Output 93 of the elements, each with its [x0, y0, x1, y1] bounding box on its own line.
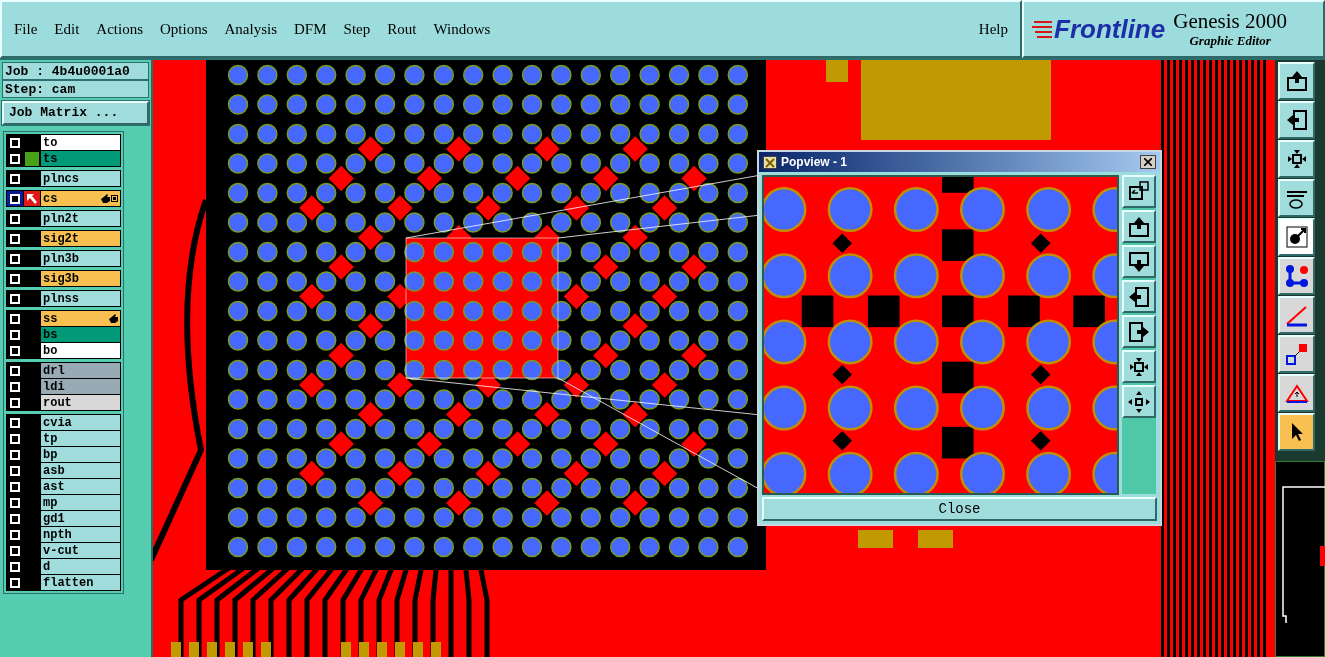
- layer-checkbox[interactable]: [7, 463, 23, 478]
- layer-name[interactable]: bo: [41, 343, 120, 358]
- move-squares-tool-button[interactable]: [1278, 335, 1315, 373]
- menu-item[interactable]: Actions: [96, 17, 143, 41]
- pan-up-button[interactable]: [1122, 210, 1156, 243]
- layer-name[interactable]: ldi: [41, 379, 120, 394]
- layer-name[interactable]: ast: [41, 479, 120, 494]
- zoom-in-tool-button[interactable]: [1278, 140, 1315, 178]
- layer-checkbox[interactable]: [7, 231, 23, 246]
- pan-right-button[interactable]: [1122, 315, 1156, 348]
- layer-name[interactable]: tp: [41, 431, 120, 446]
- pan-down-button[interactable]: [1122, 245, 1156, 278]
- speed-lines-icon: [1032, 18, 1054, 40]
- layer-checkbox[interactable]: [7, 511, 23, 526]
- layer-name[interactable]: drl: [41, 363, 120, 378]
- layer-checkbox[interactable]: [7, 251, 23, 266]
- step-label: Step: cam: [2, 80, 149, 98]
- layer-checkbox[interactable]: [7, 171, 23, 186]
- layer-checkbox[interactable]: [7, 559, 23, 574]
- close-icon: [1144, 158, 1152, 166]
- layer-name[interactable]: d: [41, 559, 120, 574]
- layer-name[interactable]: bs: [41, 327, 120, 342]
- pan-up-tool-button[interactable]: [1278, 62, 1315, 100]
- layer-name[interactable]: plncs: [41, 171, 120, 186]
- triangle-tool-button[interactable]: [1278, 374, 1315, 412]
- layer-checkbox[interactable]: [7, 151, 23, 166]
- layer-checkbox[interactable]: [7, 191, 23, 206]
- layer-checkbox[interactable]: [7, 495, 23, 510]
- layer-name[interactable]: ts: [41, 151, 120, 166]
- layer-name[interactable]: plnss: [41, 291, 120, 306]
- zoom-out-button[interactable]: [1122, 385, 1156, 418]
- zoom-to-window-button[interactable]: [1122, 175, 1156, 208]
- window-icon: [763, 155, 777, 169]
- layer-name[interactable]: v-cut: [41, 543, 120, 558]
- product-subtitle: Graphic Editor: [1189, 33, 1271, 49]
- brand-logo: Frontline: [1054, 16, 1166, 42]
- close-button[interactable]: [1140, 155, 1156, 169]
- menu-item[interactable]: DFM: [294, 17, 327, 41]
- layer-checkbox[interactable]: [7, 135, 23, 150]
- menu-item[interactable]: Rout: [387, 17, 417, 41]
- move-squares-icon: [1283, 341, 1310, 367]
- layer-checkbox[interactable]: [7, 343, 23, 358]
- layer-checkbox[interactable]: [7, 311, 23, 326]
- pan-left-button[interactable]: [1122, 280, 1156, 313]
- layer-name[interactable]: to: [41, 135, 120, 150]
- layer-checkbox[interactable]: [7, 527, 23, 542]
- product-name: Genesis 2000: [1173, 9, 1287, 33]
- pad-arrow-tool-button[interactable]: [1278, 218, 1315, 256]
- layer-checkbox[interactable]: [7, 431, 23, 446]
- layer-name[interactable]: pln2t: [41, 211, 120, 226]
- pan-left-tool-button[interactable]: [1278, 101, 1315, 139]
- job-matrix-button[interactable]: Job Matrix ...: [2, 101, 149, 125]
- layer-name[interactable]: rout: [41, 395, 120, 410]
- pointer-tool-button[interactable]: [1278, 413, 1315, 451]
- layer-name[interactable]: pln3b: [41, 251, 120, 266]
- layer-checkbox[interactable]: [7, 271, 23, 286]
- layer-checkbox[interactable]: [7, 363, 23, 378]
- layer-checkbox[interactable]: [7, 479, 23, 494]
- layer-name[interactable]: asb: [41, 463, 120, 478]
- menu-item[interactable]: Edit: [54, 17, 80, 41]
- menu-item[interactable]: Options: [160, 17, 208, 41]
- connected-nodes-icon: [1283, 263, 1310, 289]
- menu-item[interactable]: Help: [978, 17, 1008, 41]
- job-label: Job : 4b4u0001a0: [2, 62, 149, 80]
- layer-name[interactable]: bp: [41, 447, 120, 462]
- tools-tool-button[interactable]: [1278, 179, 1315, 217]
- window-title: Popview - 1: [781, 154, 849, 171]
- layer-name[interactable]: gd1: [41, 511, 120, 526]
- layer-name[interactable]: cvia: [41, 415, 120, 430]
- layer-checkbox[interactable]: [7, 543, 23, 558]
- layer-checkbox[interactable]: [7, 575, 23, 590]
- layer-name[interactable]: sig2t: [41, 231, 120, 246]
- layer-name[interactable]: cs: [41, 191, 120, 206]
- layer-checkbox[interactable]: [7, 327, 23, 342]
- connected-nodes-tool-button[interactable]: [1278, 257, 1315, 295]
- menu-item[interactable]: Windows: [433, 17, 491, 41]
- layer-checkbox[interactable]: [7, 395, 23, 410]
- layer-name[interactable]: flatten: [41, 575, 120, 590]
- angle-measure-tool-button[interactable]: [1278, 296, 1315, 334]
- menu-item[interactable]: Analysis: [224, 17, 278, 41]
- menu-item[interactable]: Step: [343, 17, 371, 41]
- close-button[interactable]: Close: [762, 497, 1157, 521]
- layer-name[interactable]: sig3b: [41, 271, 120, 286]
- layer-checkbox[interactable]: [7, 415, 23, 430]
- layer-checkbox[interactable]: [7, 447, 23, 462]
- layer-name[interactable]: ss: [41, 311, 120, 326]
- layer-checkbox[interactable]: [7, 379, 23, 394]
- layer-checkbox[interactable]: [7, 211, 23, 226]
- menu-item[interactable]: File: [14, 17, 38, 41]
- layer-checkbox[interactable]: [7, 291, 23, 306]
- zoom-in-button[interactable]: [1122, 350, 1156, 383]
- layer-name[interactable]: mp: [41, 495, 120, 510]
- layer-name[interactable]: npth: [41, 527, 120, 542]
